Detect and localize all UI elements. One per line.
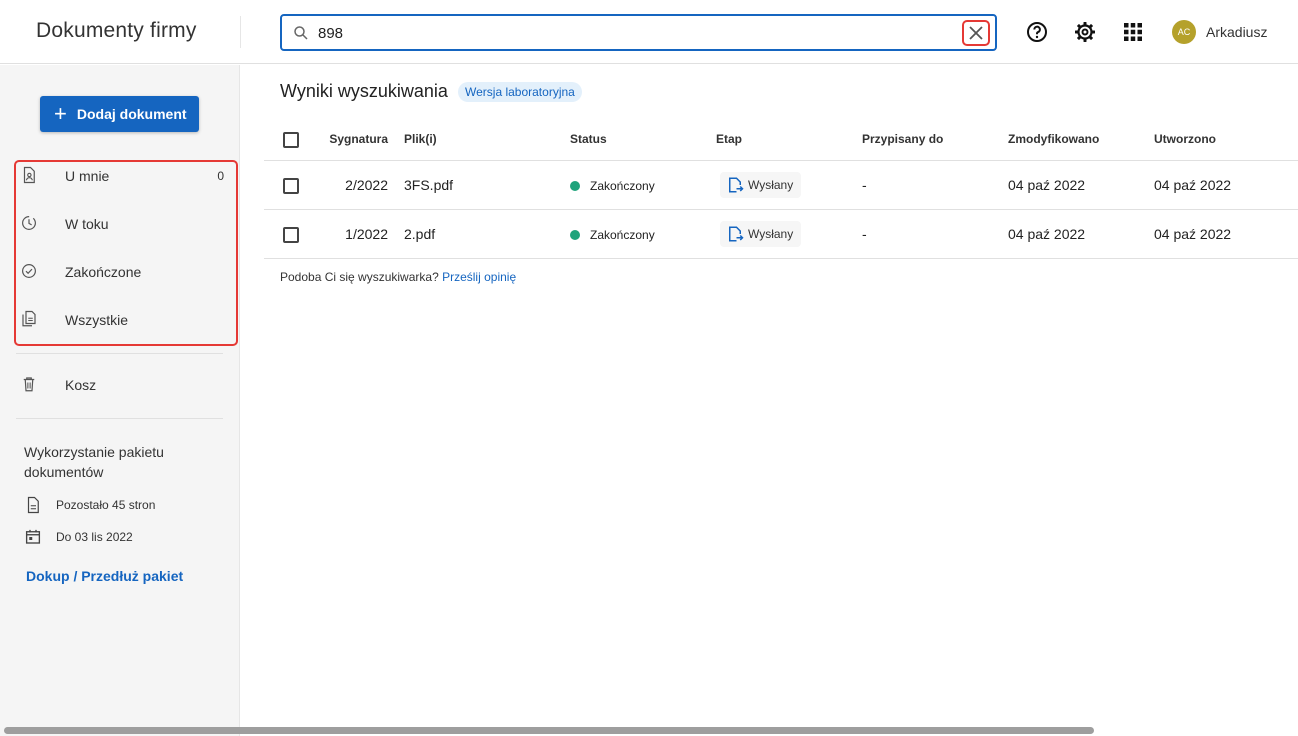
trash-icon: [23, 377, 35, 392]
signature-cell: 1/2022: [345, 226, 388, 242]
sidebar-divider: [16, 353, 223, 354]
feedback-note: Podoba Ci się wyszukiwarka? Prześlij opi…: [280, 270, 516, 284]
stage-chip[interactable]: Wysłany: [720, 172, 802, 198]
quota-date-label: Do 03 lis 2022: [56, 530, 133, 544]
column-header-status[interactable]: Status: [570, 132, 607, 146]
file-cell[interactable]: 3FS.pdf: [404, 177, 453, 193]
sidebar: + Dodaj dokument U mnie 0 W toku Zakończ…: [0, 65, 240, 736]
plus-icon: +: [54, 101, 67, 126]
modified-cell: 04 paź 2022: [1008, 226, 1086, 242]
table-row[interactable]: 1/2022 2.pdf Zakończony Wysłany - 04 paź…: [264, 210, 1298, 259]
status-dot: [570, 181, 580, 191]
apps-grid-icon[interactable]: [1121, 20, 1145, 44]
document-send-icon: [729, 226, 744, 242]
table-row[interactable]: 2/2022 3FS.pdf Zakończony Wysłany - 04 p…: [264, 161, 1298, 210]
check-circle-icon: [22, 264, 36, 278]
calendar-icon: [25, 529, 41, 544]
sidebar-item-label: U mnie: [65, 168, 110, 184]
send-feedback-link[interactable]: Prześlij opinię: [442, 270, 516, 284]
column-header-signature[interactable]: Sygnatura: [264, 132, 388, 146]
add-document-label: Dodaj dokument: [76, 106, 187, 122]
user-name[interactable]: Arkadiusz: [1206, 24, 1267, 40]
created-cell: 04 paź 2022: [1154, 226, 1232, 242]
search-input[interactable]: [318, 23, 918, 43]
add-document-button[interactable]: + Dodaj dokument: [40, 96, 199, 132]
sidebar-item-label: Wszystkie: [65, 312, 128, 328]
stage-label: Wysłany: [748, 227, 794, 241]
sidebar-item-kosz[interactable]: Kosz: [16, 363, 234, 407]
signature-cell: 2/2022: [345, 177, 388, 193]
buy-extend-package-link[interactable]: Dokup / Przedłuż pakiet: [26, 568, 183, 584]
header-divider: [240, 16, 241, 48]
table-header: Sygnatura Plik(i) Status Etap Przypisany…: [264, 118, 1298, 161]
sidebar-item-zakonczone[interactable]: Zakończone: [16, 250, 234, 294]
column-header-assigned[interactable]: Przypisany do: [862, 132, 943, 146]
history-icon: [22, 216, 36, 230]
stage-chip[interactable]: Wysłany: [720, 221, 802, 247]
status-cell: Zakończony: [590, 228, 655, 242]
sidebar-item-w-toku[interactable]: W toku: [16, 202, 234, 246]
sidebar-item-u-mnie[interactable]: U mnie 0: [16, 154, 234, 198]
modified-cell: 04 paź 2022: [1008, 177, 1086, 193]
column-header-files[interactable]: Plik(i): [404, 132, 437, 146]
app-title: Dokumenty firmy: [36, 19, 197, 42]
assigned-cell: -: [862, 177, 867, 193]
search-icon: [294, 26, 308, 40]
created-cell: 04 paź 2022: [1154, 177, 1232, 193]
sidebar-item-wszystkie[interactable]: Wszystkie: [16, 298, 234, 342]
file-cell[interactable]: 2.pdf: [404, 226, 435, 242]
assigned-cell: -: [862, 226, 867, 242]
column-header-modified[interactable]: Zmodyfikowano: [1008, 132, 1099, 146]
column-header-stage[interactable]: Etap: [716, 132, 742, 146]
sidebar-item-label: W toku: [65, 216, 109, 232]
close-icon: [969, 26, 983, 40]
avatar[interactable]: AC: [1172, 20, 1196, 44]
page-title: Wyniki wyszukiwania: [280, 81, 448, 101]
document-icon: [27, 496, 39, 514]
document-person-icon: [23, 166, 35, 184]
gear-icon[interactable]: [1073, 20, 1097, 44]
status-cell: Zakończony: [590, 179, 655, 193]
feedback-text: Podoba Ci się wyszukiwarka?: [280, 270, 439, 284]
horizontal-scrollbar[interactable]: [4, 727, 1094, 734]
top-bar: Dokumenty firmy 898 AC Arkadiusz: [0, 0, 1298, 64]
quota-pages-label: Pozostało 45 stron: [56, 498, 156, 512]
quota-title: Wykorzystanie pakietu dokumentów: [24, 444, 164, 480]
sidebar-item-count: 0: [217, 169, 224, 183]
sidebar-item-label: Zakończone: [65, 264, 142, 280]
documents-stack-icon: [22, 310, 36, 327]
help-icon[interactable]: [1025, 20, 1049, 44]
document-send-icon: [729, 177, 744, 193]
search-box[interactable]: [280, 14, 997, 51]
lab-version-badge: Wersja laboratoryjna: [458, 82, 582, 102]
sidebar-item-label: Kosz: [65, 377, 97, 393]
column-header-created[interactable]: Utworzono: [1154, 132, 1216, 146]
stage-label: Wysłany: [748, 178, 794, 192]
status-dot: [570, 230, 580, 240]
clear-search-button[interactable]: [962, 20, 990, 46]
sidebar-divider: [16, 418, 223, 419]
